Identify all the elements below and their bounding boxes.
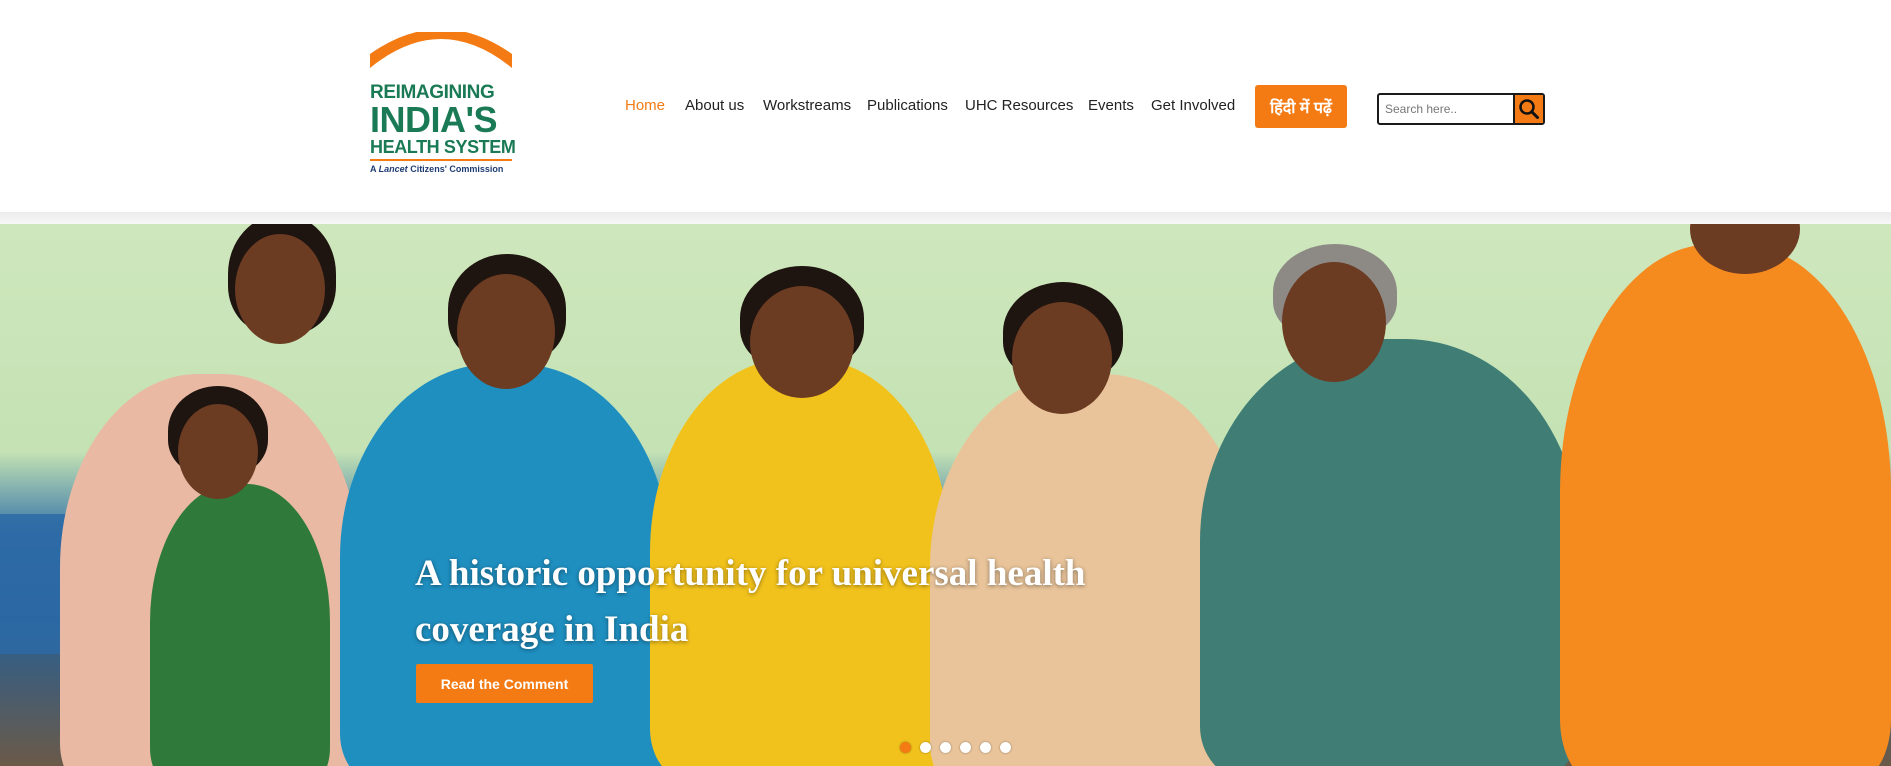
nav-item-home[interactable]: Home: [625, 97, 665, 114]
nav-item-events[interactable]: Events: [1088, 97, 1134, 114]
header-divider: [0, 212, 1891, 224]
slider-pagination: [900, 742, 1011, 753]
logo-subtitle: A Lancet Citizens' Commission: [370, 164, 504, 174]
search-box: [1377, 93, 1545, 125]
search-input[interactable]: [1379, 95, 1513, 123]
nav-item-workstreams[interactable]: Workstreams: [763, 97, 851, 114]
read-the-comment-button[interactable]: Read the Comment: [416, 664, 593, 703]
slider-dot-3[interactable]: [940, 742, 951, 753]
slider-dot-4[interactable]: [960, 742, 971, 753]
hero-slider: A historic opportunity for universal hea…: [0, 224, 1891, 766]
slider-dot-1[interactable]: [900, 742, 911, 753]
nav-item-uhc-resources[interactable]: UHC Resources: [965, 97, 1073, 114]
arch-icon: [370, 32, 512, 68]
logo-divider: [370, 159, 512, 161]
search-button[interactable]: [1513, 95, 1543, 123]
nav-item-get-involved[interactable]: Get Involved: [1151, 97, 1235, 114]
logo-line-2: INDIA'S: [370, 99, 498, 140]
slider-dot-6[interactable]: [1000, 742, 1011, 753]
site-header: REIMAGINING INDIA'S HEALTH SYSTEM A Lanc…: [0, 0, 1891, 215]
nav-item-publications[interactable]: Publications: [867, 97, 948, 114]
logo-line-3: HEALTH SYSTEM: [370, 137, 516, 157]
read-in-hindi-button[interactable]: हिंदी में पढ़ें: [1255, 85, 1347, 128]
slider-dot-5[interactable]: [980, 742, 991, 753]
slider-dot-2[interactable]: [920, 742, 931, 753]
nav-item-about-us[interactable]: About us: [685, 97, 744, 114]
hero-title: A historic opportunity for universal hea…: [415, 553, 1086, 650]
site-logo[interactable]: REIMAGINING INDIA'S HEALTH SYSTEM A Lanc…: [368, 32, 516, 178]
search-icon: [1519, 99, 1539, 119]
